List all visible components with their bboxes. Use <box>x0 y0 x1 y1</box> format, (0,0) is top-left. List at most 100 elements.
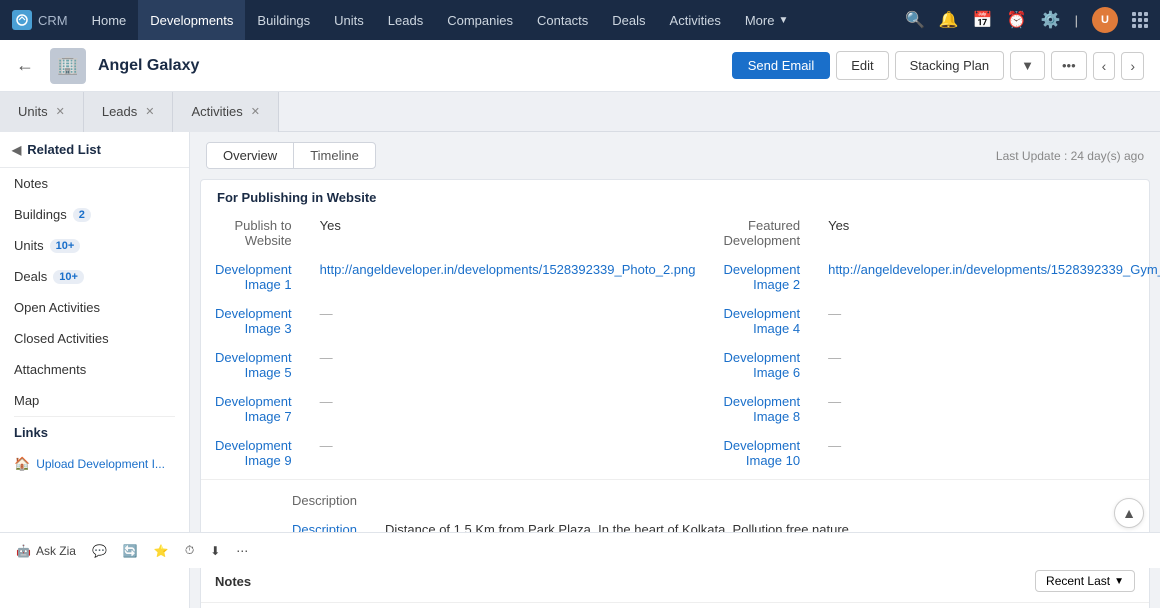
upload-icon: 🏠 <box>14 456 30 472</box>
dev-image-9-value: — <box>306 431 710 475</box>
sidebar-item-deals[interactable]: Deals 10+ <box>0 261 189 292</box>
dev-image-2-label: Development Image 2 <box>709 255 814 299</box>
featured-dev-value: Yes <box>814 211 1160 255</box>
dev-image-1-label: Development Image 1 <box>201 255 306 299</box>
tab-activities[interactable]: Activities ✕ <box>173 92 279 132</box>
nav-developments[interactable]: Developments <box>138 0 245 40</box>
next-record-button[interactable]: › <box>1121 52 1144 80</box>
dropdown-arrow-button[interactable]: ▼ <box>1010 51 1045 80</box>
nav-more[interactable]: More ▼ <box>733 0 801 40</box>
table-row: Development Image 1 http://angeldevelope… <box>201 255 1160 299</box>
refresh-button[interactable]: 🔄 <box>123 544 138 558</box>
dev-image-7-label: Development Image 7 <box>201 387 306 431</box>
nav-buildings[interactable]: Buildings <box>245 0 322 40</box>
sidebar-open-activities-label: Open Activities <box>14 300 100 315</box>
tab-leads-close[interactable]: ✕ <box>145 105 154 118</box>
nav-leads[interactable]: Leads <box>376 0 435 40</box>
dev-image-5-label: Development Image 5 <box>201 343 306 387</box>
description-section-label: Description <box>201 486 371 515</box>
more-bottom-button[interactable]: ⋯ <box>236 544 248 558</box>
sidebar-item-open-activities[interactable]: Open Activities <box>0 292 189 323</box>
ask-zia-button[interactable]: 🤖 Ask Zia <box>16 544 76 558</box>
more-chevron-icon: ▼ <box>778 15 788 26</box>
dev-image-8-value: — <box>814 387 1160 431</box>
download-button[interactable]: ⬇ <box>210 544 220 558</box>
sidebar-buildings-label: Buildings <box>14 207 67 222</box>
publishing-section-title: For Publishing in Website <box>201 180 1149 211</box>
nav-home[interactable]: Home <box>80 0 139 40</box>
avatar[interactable]: U <box>1092 7 1118 33</box>
sidebar-closed-activities-label: Closed Activities <box>14 331 109 346</box>
publishing-fields-table: Publish to Website Yes Featured Developm… <box>201 211 1160 475</box>
sidebar-item-units[interactable]: Units 10+ <box>0 230 189 261</box>
chat-icon: 💬 <box>92 544 107 558</box>
tab-overview[interactable]: Overview <box>207 143 294 168</box>
refresh-icon: 🔄 <box>123 544 138 558</box>
sidebar-item-map[interactable]: Map <box>0 385 189 416</box>
nav-companies[interactable]: Companies <box>435 0 525 40</box>
tab-units[interactable]: Units ✕ <box>0 92 84 132</box>
grid-icon[interactable] <box>1132 12 1148 28</box>
sidebar-item-closed-activities[interactable]: Closed Activities <box>0 323 189 354</box>
recent-last-button[interactable]: Recent Last ▼ <box>1035 570 1135 592</box>
clock-bottom-button[interactable]: ⏱ <box>185 543 194 558</box>
nav-activities[interactable]: Activities <box>658 0 733 40</box>
sidebar-item-buildings[interactable]: Buildings 2 <box>0 199 189 230</box>
more-options-button[interactable]: ••• <box>1051 51 1087 80</box>
sidebar-map-label: Map <box>14 393 39 408</box>
nav-deals[interactable]: Deals <box>600 0 657 40</box>
table-row: Development Image 7 — Development Image … <box>201 387 1160 431</box>
sidebar-header: ◀ Related List <box>0 132 189 168</box>
settings-icon[interactable]: ⚙️ <box>1041 10 1061 30</box>
tab-timeline[interactable]: Timeline <box>294 143 375 168</box>
prev-record-button[interactable]: ‹ <box>1093 52 1116 80</box>
chat-button[interactable]: 💬 <box>92 544 107 558</box>
send-email-button[interactable]: Send Email <box>732 52 830 79</box>
table-row: Development Image 5 — Development Image … <box>201 343 1160 387</box>
dev-image-1-value: http://angeldeveloper.in/developments/15… <box>306 255 710 299</box>
sidebar-toggle-icon[interactable]: ◀ <box>12 143 21 157</box>
overview-tab-group: Overview Timeline <box>206 142 376 169</box>
scroll-top-button[interactable]: ▲ <box>1114 498 1144 528</box>
star-button[interactable]: ⭐ <box>154 544 169 558</box>
nav-units[interactable]: Units <box>322 0 376 40</box>
bell-icon[interactable]: 🔔 <box>939 10 959 30</box>
clock-bottom-icon: ⏱ <box>185 543 194 558</box>
more-bottom-icon: ⋯ <box>236 544 248 558</box>
header-actions: Send Email Edit Stacking Plan ▼ ••• ‹ › <box>732 51 1144 80</box>
sidebar-notes-label: Notes <box>14 176 48 191</box>
star-icon: ⭐ <box>154 544 169 558</box>
dev-image-8-label: Development Image 8 <box>709 387 814 431</box>
dev-image-2-value: http://angeldeveloper.in/developments/15… <box>814 255 1160 299</box>
search-icon[interactable]: 🔍 <box>905 10 925 30</box>
sidebar-item-attachments[interactable]: Attachments <box>0 354 189 385</box>
logo: CRM <box>12 10 68 30</box>
publish-website-label: Publish to Website <box>201 211 306 255</box>
chevron-down-icon: ▼ <box>1114 576 1124 587</box>
dev-image-10-value: — <box>814 431 1160 475</box>
edit-button[interactable]: Edit <box>836 51 888 80</box>
dev-image-6-label: Development Image 6 <box>709 343 814 387</box>
nav-contacts[interactable]: Contacts <box>525 0 600 40</box>
table-row: Development Image 9 — Development Image … <box>201 431 1160 475</box>
last-update-text: Last Update : 24 day(s) ago <box>996 149 1144 163</box>
dev-image-10-label: Development Image 10 <box>709 431 814 475</box>
description-section-spacer <box>371 486 1149 515</box>
tab-leads[interactable]: Leads ✕ <box>84 92 174 132</box>
related-list-label: Related List <box>27 142 101 157</box>
top-navigation: CRM Home Developments Buildings Units Le… <box>0 0 1160 40</box>
tab-activities-close[interactable]: ✕ <box>251 105 260 118</box>
stacking-plan-button[interactable]: Stacking Plan <box>895 51 1005 80</box>
sidebar-item-notes[interactable]: Notes <box>0 168 189 199</box>
logo-text: CRM <box>38 13 68 28</box>
sidebar-units-label: Units <box>14 238 44 253</box>
overview-tabs-bar: Overview Timeline Last Update : 24 day(s… <box>190 132 1160 169</box>
logo-icon <box>12 10 32 30</box>
tab-units-close[interactable]: ✕ <box>56 105 65 118</box>
clock-icon[interactable]: ⏰ <box>1007 10 1027 30</box>
sidebar-upload-link[interactable]: 🏠 Upload Development I... <box>0 448 189 480</box>
back-button[interactable]: ← <box>16 55 34 76</box>
page-title: Angel Galaxy <box>98 57 720 75</box>
calendar-icon[interactable]: 📅 <box>973 10 993 30</box>
dev-image-7-value: — <box>306 387 710 431</box>
